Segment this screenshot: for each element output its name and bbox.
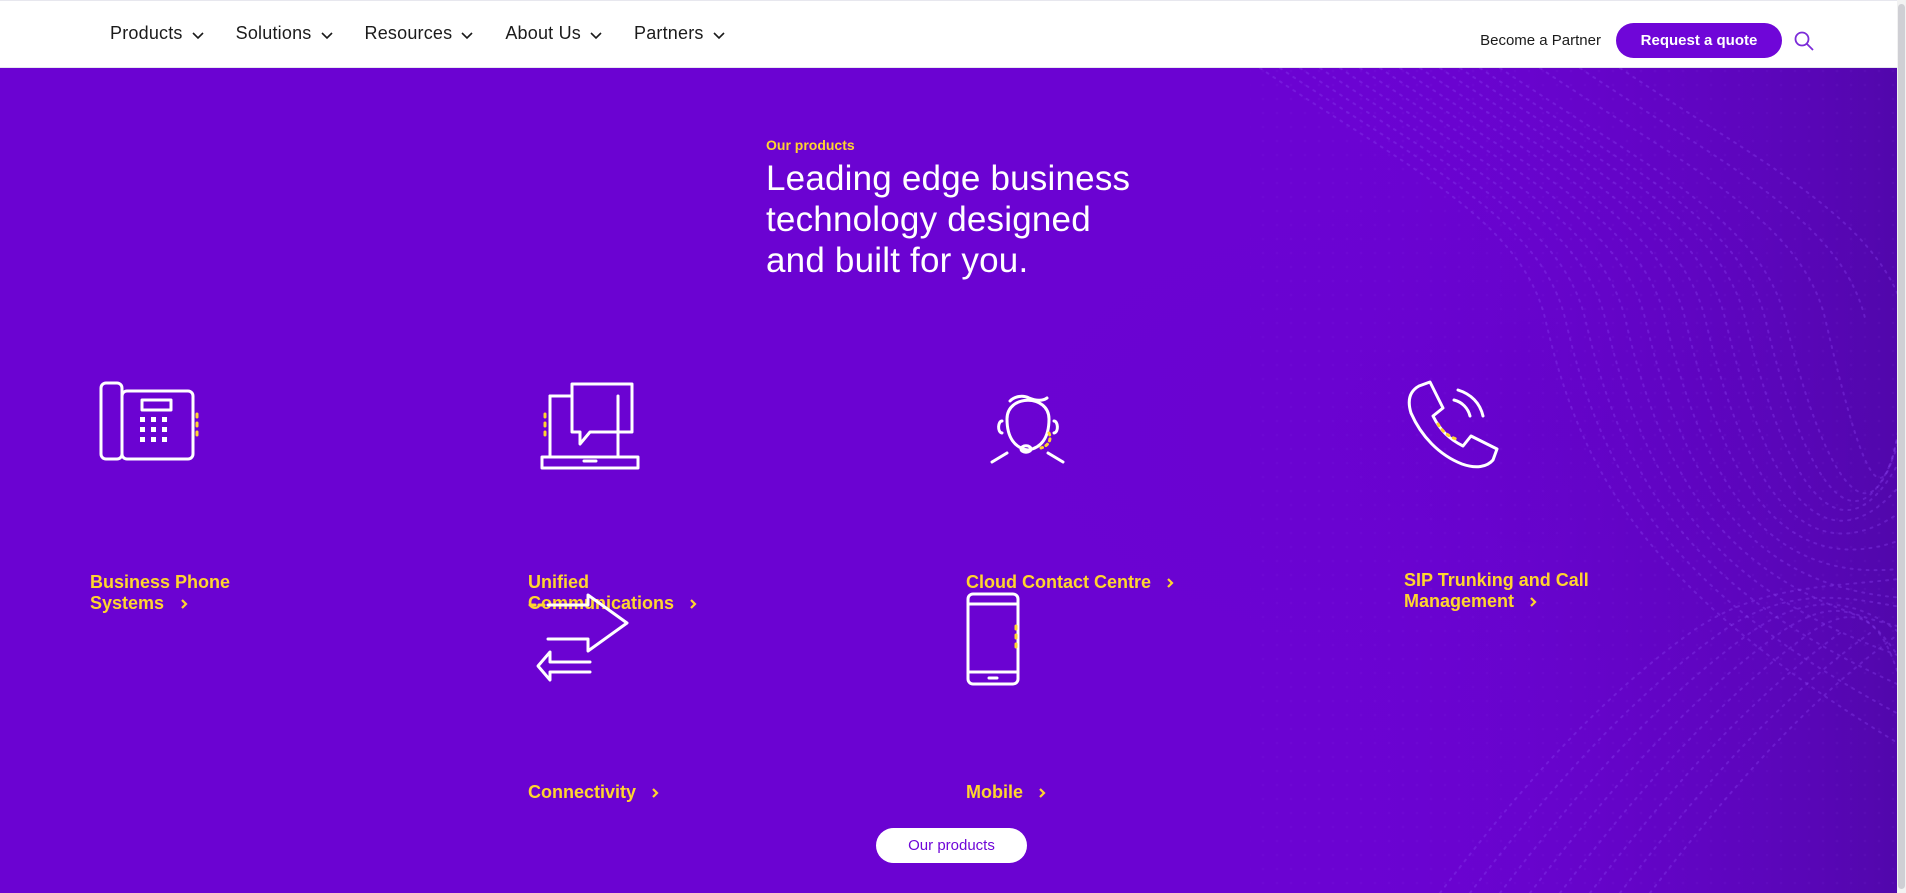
product-sip-trunking-and-call-management[interactable]: SIP Trunking and Call Management [1404,380,1644,611]
nav-about-us[interactable]: About Us [505,23,603,44]
nav-solutions[interactable]: Solutions [236,23,334,44]
become-partner-link[interactable]: Become a Partner [1480,32,1601,49]
chevron-down-icon [320,31,333,39]
our-products-button[interactable]: Our products [876,828,1027,863]
request-quote-button[interactable]: Request a quote [1616,23,1782,58]
nav-products[interactable]: Products [110,23,205,44]
headset-agent-icon [990,394,1065,464]
mobile-phone-icon [966,592,1020,686]
search-icon[interactable] [1792,29,1816,53]
connectivity-arrows-icon [528,593,629,682]
phone-handset-icon [1407,380,1499,469]
chevron-down-icon [461,31,473,39]
header-actions: Become a Partner Request a quote [1480,23,1816,58]
chevron-down-icon [713,31,725,39]
nav-partners[interactable]: Partners [634,23,726,44]
scrollbar-thumb[interactable] [1898,4,1905,889]
product-label: Connectivity [528,782,637,802]
desk-phone-icon [99,381,199,461]
product-sip-trunking-label-wrap: SIP Trunking and Call Management [1404,570,1614,612]
chevron-down-icon [192,31,204,39]
primary-navigation: Products Solutions Resources About Us Pa… [110,23,757,44]
chevron-right-icon [180,599,188,609]
nav-products-label: Products [110,23,183,43]
chevron-right-icon [1039,788,1047,798]
chevron-right-icon [1530,597,1538,607]
product-label: Business Phone Systems [90,572,231,613]
product-business-phone-systems-label-wrap: Business Phone Systems [90,572,260,614]
nav-resources[interactable]: Resources [365,23,475,44]
product-cloud-contact-centre[interactable]: Cloud Contact Centre [966,380,1196,592]
product-label: Cloud Contact Centre [966,572,1152,592]
vertical-scrollbar[interactable] [1897,0,1906,893]
nav-partners-label: Partners [633,23,704,43]
section-eyebrow: Our products [766,137,855,153]
product-label: SIP Trunking and Call Management [1404,570,1589,611]
product-connectivity[interactable]: Connectivity [528,590,708,802]
chevron-down-icon [590,31,602,39]
chevron-right-icon [1167,578,1175,588]
nav-about-us-label: About Us [505,23,581,43]
section-headline: Leading edge business technology designe… [766,159,1131,280]
site-header: Products Solutions Resources About Us Pa… [0,0,1906,68]
nav-solutions-label: Solutions [235,23,312,43]
product-connectivity-label-wrap: Connectivity [528,782,708,803]
chevron-right-icon [652,788,660,798]
products-section: Our products Leading edge business techn… [0,68,1906,893]
nav-resources-label: Resources [364,23,453,43]
product-business-phone-systems[interactable]: Business Phone Systems [90,380,270,613]
product-unified-communications[interactable]: Unified Communications [528,380,728,613]
laptop-chat-icon [540,382,640,470]
product-label: Mobile [966,782,1023,802]
product-mobile[interactable]: Mobile [966,590,1116,802]
product-mobile-label-wrap: Mobile [966,782,1106,803]
